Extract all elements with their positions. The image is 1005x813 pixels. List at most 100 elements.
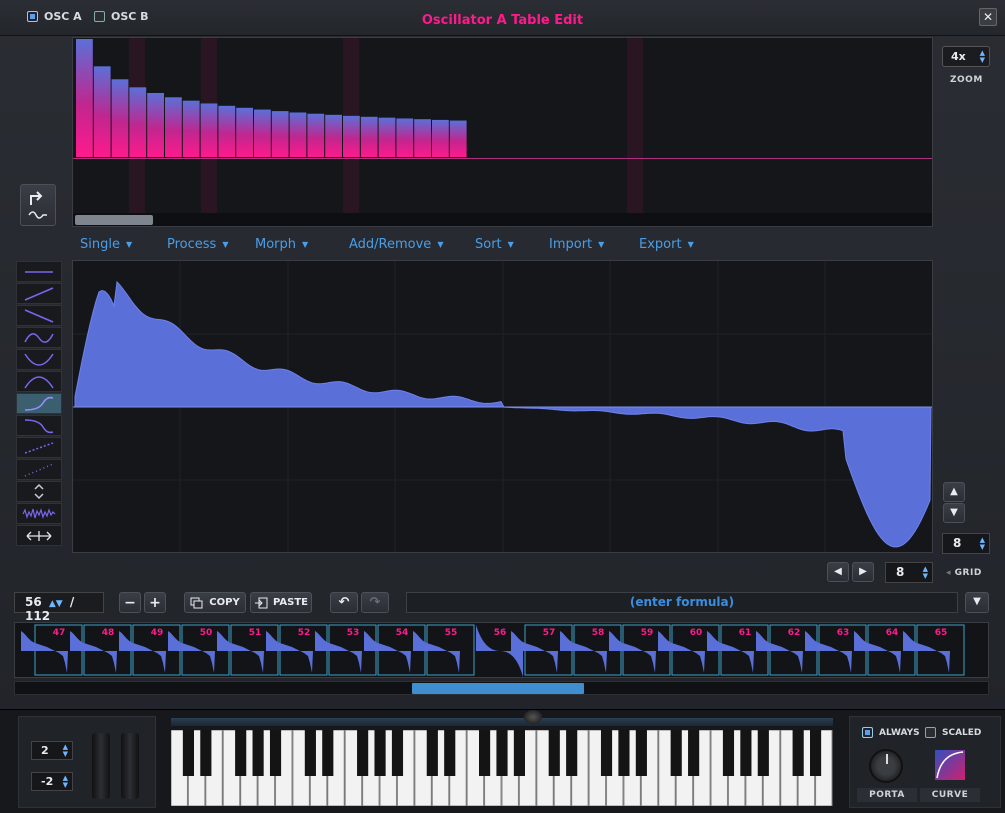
black-key[interactable] bbox=[479, 730, 491, 776]
black-key[interactable] bbox=[269, 730, 282, 776]
black-key[interactable] bbox=[304, 730, 316, 776]
nav-select[interactable]: 8 ▲ ▼ bbox=[885, 562, 933, 583]
black-key[interactable] bbox=[374, 730, 386, 776]
black-key[interactable] bbox=[810, 730, 822, 776]
black-key[interactable] bbox=[618, 730, 630, 776]
harmonics-scroll-thumb[interactable] bbox=[75, 215, 153, 225]
shift-down-button[interactable]: ▼ bbox=[943, 503, 965, 523]
menu-process[interactable]: Process ▼ bbox=[167, 237, 228, 252]
expand-tool[interactable] bbox=[16, 481, 62, 502]
undo-button[interactable]: ↶ bbox=[330, 592, 358, 613]
always-toggle[interactable]: ALWAYS bbox=[862, 727, 920, 738]
mod-wheel[interactable] bbox=[121, 733, 139, 799]
ramp-up-tool[interactable] bbox=[16, 283, 62, 304]
harmonic-bar[interactable] bbox=[129, 87, 147, 157]
dotted-ramp-tool[interactable] bbox=[16, 437, 62, 458]
frame-counter[interactable]: 56 ▲▼ / 112 bbox=[14, 592, 104, 623]
black-key[interactable] bbox=[600, 730, 613, 776]
harmonic-bar[interactable] bbox=[76, 39, 93, 157]
black-key[interactable] bbox=[566, 730, 578, 776]
frame-strip-scroll-thumb[interactable] bbox=[412, 683, 584, 694]
harmonic-bar[interactable] bbox=[307, 113, 325, 157]
harmonic-bar[interactable] bbox=[343, 115, 360, 157]
black-key[interactable] bbox=[688, 730, 700, 776]
nav-spinner-icon[interactable]: ▲ ▼ bbox=[923, 566, 928, 580]
black-key[interactable] bbox=[722, 730, 735, 776]
prev-button[interactable]: ◀ bbox=[827, 562, 849, 582]
zoom-spinner-icon[interactable]: ▲ ▼ bbox=[980, 50, 985, 64]
keyboard-range-bar[interactable] bbox=[171, 718, 833, 726]
s-curve-tool[interactable] bbox=[16, 393, 62, 414]
harmonics-scrollbar[interactable] bbox=[73, 213, 932, 226]
hill-curve-tool[interactable] bbox=[16, 371, 62, 392]
grid-select[interactable]: 8 ▲ ▼ bbox=[942, 533, 990, 554]
zoom-select[interactable]: 4x ▲ ▼ bbox=[942, 46, 990, 67]
stretch-tool[interactable] bbox=[16, 525, 62, 546]
black-key[interactable] bbox=[513, 730, 525, 776]
harmonic-bar[interactable] bbox=[396, 118, 414, 157]
waveform-graph[interactable] bbox=[73, 261, 933, 553]
harmonic-bar[interactable] bbox=[147, 92, 164, 157]
black-key[interactable] bbox=[426, 730, 438, 776]
harmonic-bar[interactable] bbox=[165, 97, 182, 157]
formula-input[interactable]: (enter formula) bbox=[406, 592, 958, 613]
harmonic-bar[interactable] bbox=[111, 79, 129, 157]
pitch-wheel[interactable] bbox=[92, 733, 110, 799]
range-handle[interactable] bbox=[524, 710, 542, 724]
black-key[interactable] bbox=[670, 730, 682, 776]
piano-keyboard[interactable] bbox=[170, 729, 833, 807]
copy-button[interactable]: COPY bbox=[184, 592, 246, 613]
menu-import[interactable]: Import ▼ bbox=[549, 237, 604, 252]
harmonic-bar[interactable] bbox=[432, 119, 449, 157]
scaled-checkbox[interactable] bbox=[925, 727, 936, 738]
pitch-up-select[interactable]: 2 ▲ ▼ bbox=[31, 741, 73, 760]
harmonic-bar[interactable] bbox=[449, 120, 467, 157]
pitch-up-spinner-icon[interactable]: ▲ ▼ bbox=[63, 744, 68, 758]
black-key[interactable] bbox=[444, 730, 456, 776]
black-key[interactable] bbox=[391, 730, 404, 776]
pitch-down-select[interactable]: -2 ▲ ▼ bbox=[31, 772, 73, 791]
menu-add-remove[interactable]: Add/Remove ▼ bbox=[349, 237, 443, 252]
sine-tool[interactable] bbox=[16, 327, 62, 348]
paste-button[interactable]: PASTE bbox=[250, 592, 312, 613]
harmonic-bar[interactable] bbox=[93, 66, 111, 157]
curve-display[interactable] bbox=[935, 750, 965, 780]
redo-button[interactable]: ↷ bbox=[361, 592, 389, 613]
next-button[interactable]: ▶ bbox=[852, 562, 874, 582]
black-key[interactable] bbox=[200, 730, 212, 776]
frame-strip-graph[interactable]: 47 48 49 50 51 52 53 54 55 56 57 58 59 60 61 62 63 64 65 bbox=[15, 623, 989, 678]
scaled-toggle[interactable]: SCALED bbox=[925, 727, 981, 738]
shift-up-button[interactable]: ▲ bbox=[943, 482, 965, 502]
black-key[interactable] bbox=[252, 730, 264, 776]
harmonic-bar[interactable] bbox=[325, 114, 342, 157]
menu-export[interactable]: Export ▼ bbox=[639, 237, 694, 252]
harmonics-panel[interactable] bbox=[72, 37, 933, 227]
black-key[interactable] bbox=[740, 730, 752, 776]
black-key[interactable] bbox=[757, 730, 769, 776]
route-button[interactable] bbox=[20, 184, 56, 226]
noise-tool[interactable] bbox=[16, 503, 62, 524]
menu-single[interactable]: Single ▼ bbox=[80, 237, 132, 252]
harmonic-bar[interactable] bbox=[182, 100, 200, 157]
always-checkbox[interactable] bbox=[862, 727, 873, 738]
piano-keys[interactable] bbox=[170, 729, 833, 807]
harmonic-bar[interactable] bbox=[200, 103, 218, 157]
harmonic-bar[interactable] bbox=[414, 119, 431, 157]
frame-strip[interactable]: 47 48 49 50 51 52 53 54 55 56 57 58 59 60 61 62 63 64 65 bbox=[14, 622, 989, 678]
harmonic-bar[interactable] bbox=[271, 111, 289, 157]
harmonic-bar[interactable] bbox=[360, 116, 378, 157]
ramp-down-tool[interactable] bbox=[16, 305, 62, 326]
black-key[interactable] bbox=[496, 730, 508, 776]
porta-knob[interactable] bbox=[869, 749, 903, 783]
harmonic-bar[interactable] bbox=[218, 105, 236, 157]
black-key[interactable] bbox=[322, 730, 334, 776]
black-key[interactable] bbox=[235, 730, 247, 776]
grid-spinner-icon[interactable]: ▲ ▼ bbox=[980, 537, 985, 551]
fall-curve-tool[interactable] bbox=[16, 415, 62, 436]
black-key[interactable] bbox=[635, 730, 647, 776]
harmonic-bar[interactable] bbox=[236, 107, 253, 157]
remove-frame-button[interactable]: − bbox=[119, 592, 141, 613]
harmonic-bar[interactable] bbox=[378, 117, 396, 157]
black-key[interactable] bbox=[548, 730, 560, 776]
formula-dropdown-button[interactable]: ▼ bbox=[965, 592, 989, 613]
